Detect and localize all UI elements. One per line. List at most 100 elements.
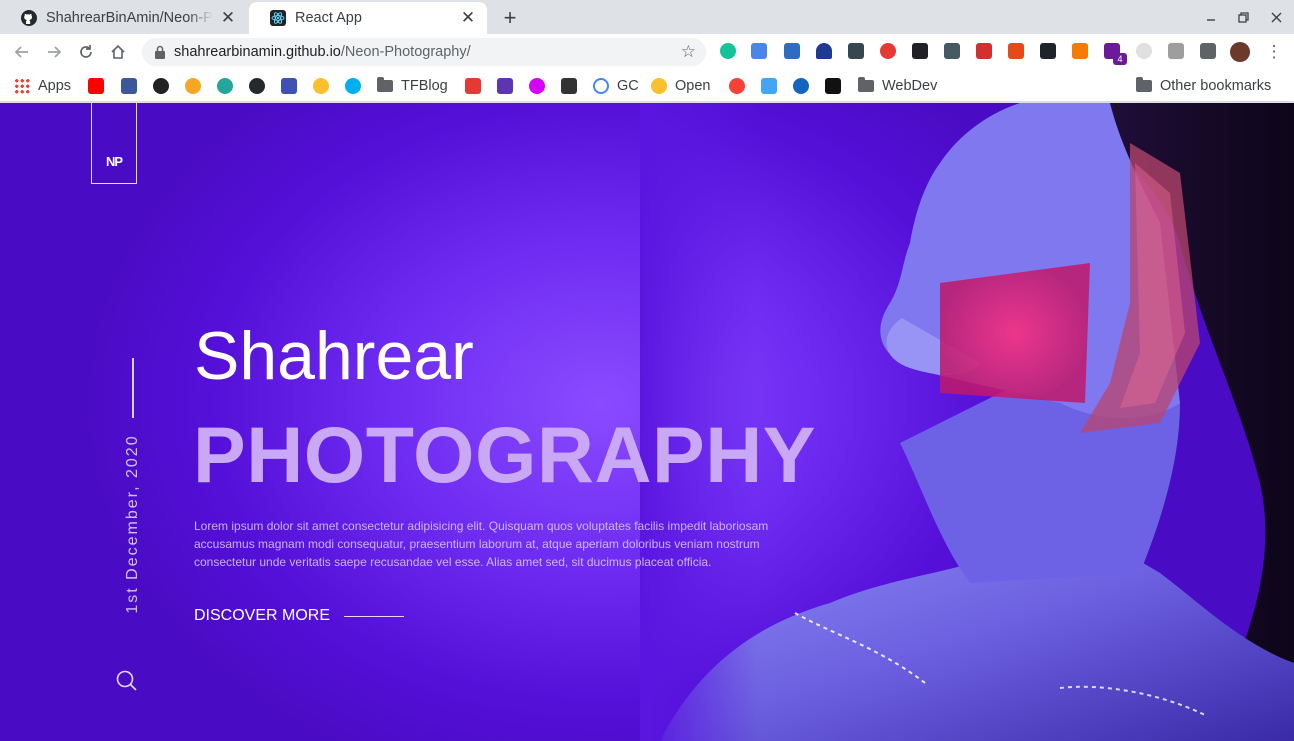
lock-extension-icon[interactable] (1072, 43, 1088, 59)
react-icon (269, 9, 287, 27)
orange-bookmark[interactable] (185, 77, 201, 95)
address-bar[interactable]: shahrearbinamin.github.io/Neon-Photograp… (142, 38, 706, 66)
keyboard-icon[interactable] (912, 43, 928, 59)
tab-title: React App (295, 10, 362, 26)
home-icon[interactable] (106, 40, 130, 64)
apps-grid-icon (14, 78, 30, 94)
folder-icon (858, 77, 874, 92)
flutter-bookmark[interactable] (761, 77, 777, 95)
eyedropper-icon[interactable] (1168, 43, 1184, 59)
bookmark-webdev[interactable]: WebDev (858, 77, 937, 95)
s-extension-icon[interactable] (784, 43, 800, 59)
emoji-icon (651, 78, 667, 94)
github-icon (20, 9, 38, 27)
bookmarks-bar: Apps TFBlog GC Open WebDev Other bookmar… (0, 70, 1294, 102)
infinity-bookmark[interactable] (313, 77, 329, 95)
url-path: /Neon-Photography/ (340, 44, 471, 60)
restore-icon[interactable] (1234, 8, 1252, 26)
grammarly-icon[interactable] (720, 43, 736, 59)
hero-headline: PHOTOGRAPHY (193, 410, 816, 499)
infinity-icon (313, 78, 329, 94)
bookmark-star-icon[interactable]: ☆ (681, 42, 696, 62)
bookmark-open[interactable]: Open (651, 77, 710, 95)
discover-more-button[interactable]: DISCOVER MORE (194, 607, 405, 625)
browser-toolbar: shahrearbinamin.github.io/Neon-Photograp… (0, 34, 1294, 70)
close-window-icon[interactable] (1267, 8, 1285, 26)
tab-github[interactable]: ShahrearBinAmin/Neon-Photography ✕ (0, 2, 247, 34)
black-app-icon (825, 78, 841, 94)
nytimes-bookmark[interactable] (153, 77, 169, 95)
translate-icon[interactable] (751, 43, 767, 59)
date-label: 1st December, 2020 (124, 434, 141, 614)
pink-bookmark[interactable] (529, 77, 545, 95)
adblock-icon[interactable] (880, 43, 896, 59)
menu-icon[interactable]: ⋮ (1262, 40, 1286, 64)
react-devtools-icon[interactable] (1040, 43, 1056, 59)
google-icon (593, 78, 609, 94)
hero-description: Lorem ipsum dolor sit amet consectetur a… (194, 519, 769, 569)
dots-extension-icon[interactable] (848, 43, 864, 59)
asana-bookmark[interactable] (729, 77, 745, 95)
flutter-icon (761, 78, 777, 94)
bookmark-label: Apps (38, 78, 72, 94)
url-host: shahrearbinamin.github.io (174, 44, 341, 60)
bookmark-other[interactable]: Other bookmarks (1136, 77, 1271, 95)
tab-title: ShahrearBinAmin/Neon-Photography (46, 10, 213, 26)
purple-bookmark[interactable] (497, 77, 513, 95)
folder-icon (1136, 77, 1152, 92)
close-tab-icon[interactable]: ✕ (219, 8, 237, 27)
dc-bookmark[interactable] (217, 77, 233, 95)
search-icon[interactable] (115, 669, 139, 693)
blue-bookmark[interactable] (793, 77, 809, 95)
tab-strip: ShahrearBinAmin/Neon-Photography ✕ React… (0, 0, 1294, 34)
facebook-bookmark[interactable] (121, 77, 137, 95)
skype-icon (345, 78, 361, 94)
reload-icon[interactable] (74, 40, 98, 64)
dark-app-icon (561, 78, 577, 94)
dc-icon (217, 78, 233, 94)
github-icon (249, 78, 265, 94)
purple-app-icon (497, 78, 513, 94)
v-extension-icon[interactable] (816, 43, 832, 59)
bookmark-label: Open (675, 78, 711, 94)
hero-name: Shahrear (194, 318, 474, 394)
bookmark-apps[interactable]: Apps (14, 77, 71, 95)
close-tab-icon[interactable]: ✕ (459, 8, 477, 27)
timer-extension-icon[interactable] (1136, 43, 1152, 59)
pink-app-icon (529, 78, 545, 94)
extension-badge: 4 (1113, 53, 1127, 65)
bookmark-label: TFBlog (401, 78, 448, 94)
puzzle-icon[interactable] (1200, 43, 1216, 59)
bookmark-gc[interactable]: GC (593, 77, 639, 95)
asana-icon (729, 78, 745, 94)
orange-swirl-icon (185, 78, 201, 94)
back-icon[interactable] (10, 40, 34, 64)
bug-extension-icon[interactable] (1008, 43, 1024, 59)
dark-bookmark[interactable] (561, 77, 577, 95)
avatar[interactable] (1230, 42, 1250, 62)
cta-line (344, 615, 405, 617)
tab-react-app[interactable]: React App ✕ (249, 2, 487, 34)
bookmark-label: Other bookmarks (1160, 78, 1272, 94)
bookmark-tfblog[interactable]: TFBlog (377, 77, 448, 95)
selenium-icon[interactable] (944, 43, 960, 59)
youtube-bookmark[interactable] (88, 77, 104, 95)
blue-app-icon (793, 78, 809, 94)
decorative-vertical-line (132, 358, 134, 418)
skype-bookmark[interactable] (345, 77, 361, 95)
facebook-icon (121, 78, 137, 94)
bracket-bookmark[interactable] (281, 77, 297, 95)
minimize-icon[interactable] (1202, 8, 1220, 26)
black-bookmark[interactable] (825, 77, 841, 95)
bracket-icon (281, 78, 297, 94)
folder-icon (377, 77, 393, 92)
red-bookmark[interactable] (465, 77, 481, 95)
bookmark-label: WebDev (882, 78, 938, 94)
github-bookmark[interactable] (249, 77, 265, 95)
forward-icon[interactable] (42, 40, 66, 64)
new-tab-button[interactable]: + (498, 5, 522, 30)
page-viewport: NP 1st December, 2020 Shahrear PHOTOGRAP… (0, 103, 1294, 741)
arrow-extension-icon[interactable] (976, 43, 992, 59)
site-logo[interactable]: NP (91, 103, 137, 184)
discover-more-label: DISCOVER MORE (194, 607, 331, 624)
